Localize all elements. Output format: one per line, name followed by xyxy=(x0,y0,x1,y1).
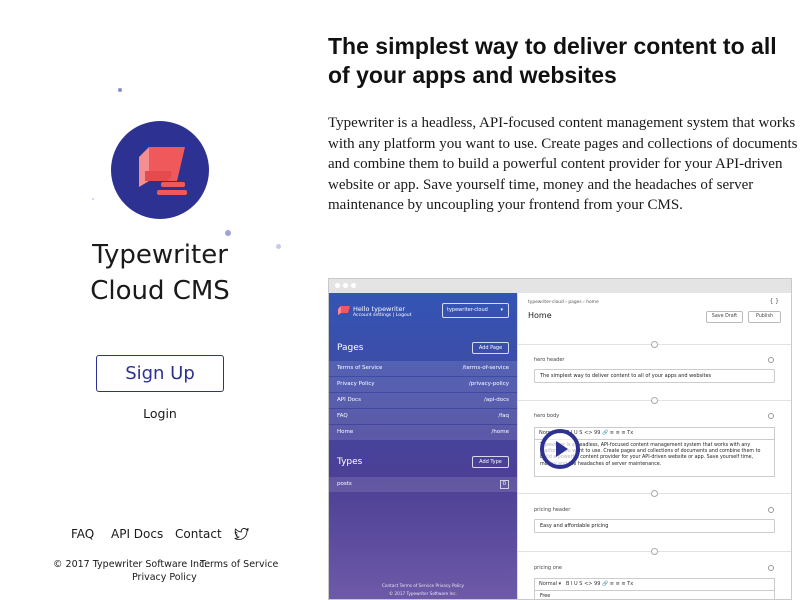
left-panel: Typewriter Cloud CMS Sign Up Login FAQ A… xyxy=(0,0,320,600)
sidebar-item-privacy[interactable]: Privacy Policy/privacy-policy xyxy=(329,377,517,392)
field-label: pricing header xyxy=(534,507,571,513)
pages-heading: Pages xyxy=(337,343,364,353)
field-divider xyxy=(651,341,658,348)
account-links[interactable]: Account settings | Logout xyxy=(353,313,412,319)
twitter-bird-icon[interactable] xyxy=(234,527,249,544)
sidebar-greeting: Hello typewriter Account settings | Logo… xyxy=(353,305,412,319)
app-sidebar: Hello typewriter Account settings | Logo… xyxy=(329,293,517,599)
field-label: hero body xyxy=(534,413,560,419)
breadcrumb[interactable]: typewriter-cloud › pages › home xyxy=(528,300,599,305)
terms-link[interactable]: Terms of Service xyxy=(200,559,278,570)
hero-body: Typewriter is a headless, API-focused co… xyxy=(328,115,798,213)
decor-dot xyxy=(92,198,94,200)
types-heading: Types xyxy=(337,457,363,467)
page-title: Home xyxy=(528,311,552,320)
field-radio[interactable] xyxy=(768,413,774,419)
sidebar-item-home[interactable]: Home/home xyxy=(329,425,517,440)
sidebar-item-posts[interactable]: posts 0 xyxy=(329,477,517,492)
sidebar-item-terms[interactable]: Terms of Service/terms-of-service xyxy=(329,361,517,376)
chevron-down-icon: ▾ xyxy=(500,307,503,313)
field-label: pricing one xyxy=(534,565,562,571)
brand-name: Typewriter Cloud CMS xyxy=(90,240,230,306)
field-divider xyxy=(651,397,658,404)
footer-nav: FAQ API Docs Contact xyxy=(62,527,262,545)
typewriter-paper-icon xyxy=(139,147,187,195)
login-link[interactable]: Login xyxy=(120,406,200,421)
editor-toolbar[interactable]: Normal ▾ B I U S <> 99 🔗 ≡ ≡ ≡ Tx xyxy=(534,578,775,590)
sidebar-item-faq[interactable]: FAQ/faq xyxy=(329,409,517,424)
play-video-button[interactable] xyxy=(540,429,580,469)
typewriter-logo xyxy=(111,121,209,219)
sign-up-button[interactable]: Sign Up xyxy=(96,355,224,392)
app-screenshot: Hello typewriter Account settings | Logo… xyxy=(328,278,792,600)
decor-dot xyxy=(225,230,231,236)
field-radio[interactable] xyxy=(768,565,774,571)
sidebar-footer-links[interactable]: Contact Terms of Service Privacy Policy xyxy=(329,583,517,588)
field-radio[interactable] xyxy=(768,507,774,513)
field-divider xyxy=(651,548,658,555)
api-docs-link[interactable]: API Docs xyxy=(111,527,163,541)
workspace-select[interactable]: typewriter-cloud ▾ xyxy=(442,303,509,318)
decor-dot xyxy=(118,88,122,92)
faq-link[interactable]: FAQ xyxy=(71,527,94,541)
window-chrome xyxy=(329,279,791,293)
publish-button[interactable]: Publish xyxy=(748,311,781,323)
field-divider xyxy=(651,490,658,497)
field-radio[interactable] xyxy=(768,357,774,363)
code-view-toggle[interactable]: { } xyxy=(769,298,779,305)
contact-link[interactable]: Contact xyxy=(175,527,222,541)
save-draft-button[interactable]: Save Draft xyxy=(706,311,743,323)
field-label: hero header xyxy=(534,357,565,363)
copyright: © 2017 Typewriter Software Inc. xyxy=(53,559,208,570)
add-page-button[interactable]: Add Page xyxy=(472,342,509,354)
typewriter-paper-icon xyxy=(338,306,350,315)
play-icon xyxy=(556,441,568,457)
sidebar-copyright: © 2017 Typewriter Software Inc. xyxy=(388,591,458,596)
sidebar-item-api-docs[interactable]: API Docs/api-docs xyxy=(329,393,517,408)
hero-title: The simplest way to deliver content to a… xyxy=(328,33,777,88)
pricing-one-editor[interactable]: Free xyxy=(534,590,775,599)
decor-dot xyxy=(276,244,281,249)
add-type-button[interactable]: Add Type xyxy=(472,456,509,468)
hero-header-input[interactable]: The simplest way to deliver content to a… xyxy=(534,369,775,383)
pricing-header-input[interactable]: Easy and affordable pricing xyxy=(534,519,775,533)
privacy-link[interactable]: Privacy Policy xyxy=(132,572,197,583)
